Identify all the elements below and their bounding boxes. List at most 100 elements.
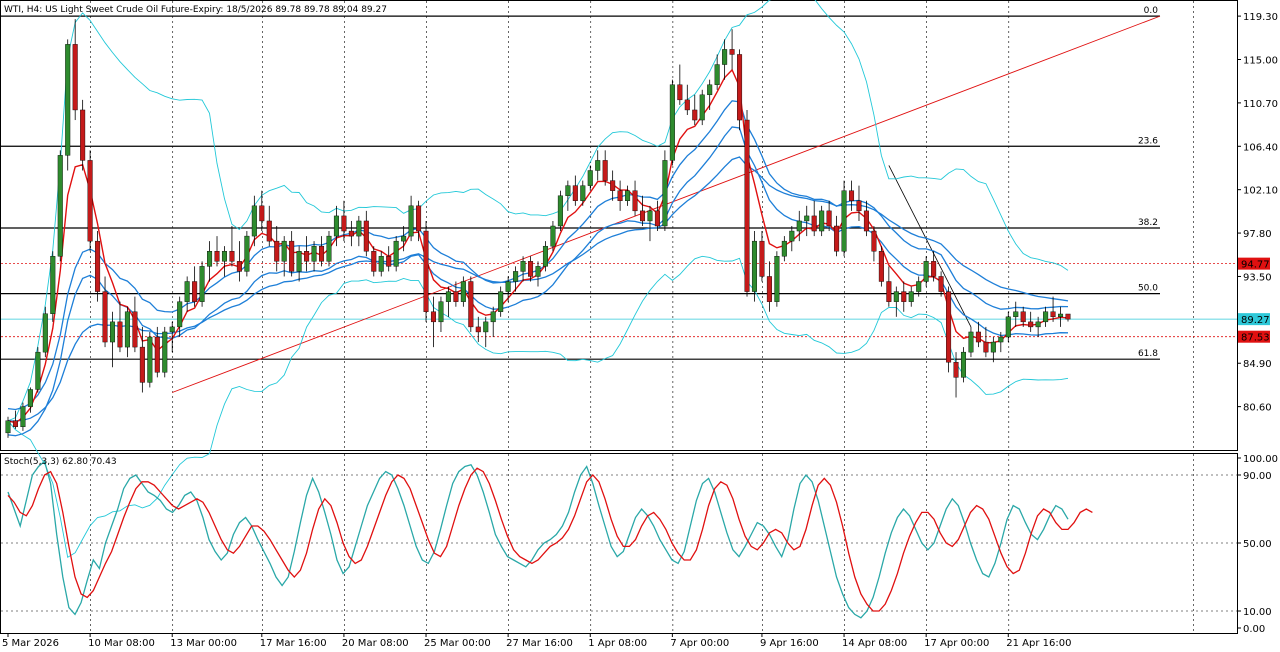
candle-bullish	[751, 240, 757, 292]
candle-bullish	[990, 341, 996, 353]
candle-bullish	[333, 215, 339, 237]
candle-bullish	[669, 84, 675, 161]
price-tick-label: 102.10	[1243, 186, 1278, 197]
candle-bullish	[781, 240, 787, 257]
candle-bearish	[72, 44, 78, 111]
candle-bullish	[505, 281, 511, 292]
candle-bearish	[878, 251, 884, 282]
candle-bullish	[535, 266, 541, 277]
price-tick-label: 84.90	[1243, 359, 1272, 370]
chart-title: WTI, H4: US Light Sweet Crude Oil Future…	[4, 5, 387, 15]
candle-bullish	[923, 261, 929, 282]
candle-bearish	[834, 225, 840, 252]
price-badge-label: 94.77	[1241, 260, 1270, 271]
fib-level-label: 61.8	[1138, 349, 1158, 359]
price-tick-label: 106.40	[1243, 142, 1278, 153]
candle-bearish	[348, 230, 354, 237]
candle-bullish	[647, 210, 653, 222]
fib-level-label: 0.0	[1144, 6, 1159, 16]
candle-bullish	[707, 84, 713, 96]
candle-bearish	[453, 291, 459, 302]
time-tick-label: 9 Apr 16:00	[760, 638, 819, 649]
stoch-tick-label: 10.00	[1243, 607, 1272, 618]
candle-bullish	[483, 321, 489, 333]
time-tick-label: 7 Apr 00:00	[670, 638, 729, 649]
candle-bearish	[192, 281, 198, 302]
candle-bearish	[95, 240, 101, 292]
time-tick-label: 10 Mar 08:00	[88, 638, 155, 649]
candle-bearish	[692, 109, 698, 121]
stoch-tick-label: 50.00	[1243, 539, 1272, 550]
trend-line-black	[888, 165, 972, 328]
candle-bullish	[401, 235, 407, 242]
candle-bearish	[744, 119, 750, 292]
candle-bullish	[804, 215, 810, 222]
candle-bullish	[1043, 311, 1049, 323]
fib-level-label: 50.0	[1138, 284, 1158, 294]
stochastic-oscillator	[1, 460, 1237, 619]
fib-level-label: 23.6	[1138, 136, 1158, 146]
candle-bearish	[610, 180, 616, 191]
candle-bullish	[42, 313, 48, 353]
stoch-chart-frame	[0, 453, 1238, 634]
candle-bullish	[281, 240, 287, 262]
candle-bearish	[1050, 311, 1056, 318]
candle-bullish	[662, 160, 668, 227]
candle-bearish	[737, 54, 743, 121]
time-tick-label: 5 Mar 2026	[2, 638, 59, 649]
candle-bullish	[893, 291, 899, 302]
candle-bearish	[901, 291, 907, 302]
candle-bearish	[863, 210, 869, 232]
candle-bullish	[1058, 313, 1064, 318]
candle-bearish	[602, 160, 608, 181]
candle-bullish	[393, 240, 399, 267]
candle-bearish	[632, 190, 638, 212]
candle-bullish	[1013, 311, 1019, 318]
time-tick-label: 21 Apr 16:00	[1006, 638, 1071, 649]
time-tick-label: 17 Apr 00:00	[924, 638, 989, 649]
candle-bullish	[580, 185, 586, 201]
candle-bearish	[684, 99, 690, 111]
main-chart-frame	[0, 0, 1238, 451]
candle-bearish	[729, 49, 735, 55]
candle-bullish	[177, 301, 183, 328]
stoch-tick-label: 100.00	[1243, 454, 1278, 465]
candle-bullish	[378, 256, 384, 272]
candle-bearish	[1028, 321, 1034, 328]
time-tick-label: 25 Mar 00:00	[424, 638, 491, 649]
price-badges: 94.77 89.27 87.53	[1238, 257, 1270, 344]
ma-slow	[7, 156, 1069, 422]
time-tick-label: 13 Mar 00:00	[170, 638, 237, 649]
candle-bullish	[908, 291, 914, 302]
candle-bearish	[468, 281, 474, 328]
candle-bearish	[617, 190, 623, 201]
candle-bearish	[117, 321, 123, 348]
price-tick-label: 110.70	[1243, 99, 1278, 110]
candle-bearish	[229, 251, 235, 262]
candle-bearish	[886, 281, 892, 302]
candle-bearish	[102, 291, 108, 343]
price-tick-label: 115.00	[1243, 56, 1278, 67]
candle-bullish	[162, 331, 168, 373]
candle-bearish	[528, 261, 534, 277]
candle-bullish	[65, 44, 71, 156]
candle-bullish	[774, 256, 780, 302]
candle-bullish	[550, 225, 556, 247]
candle-bullish	[438, 301, 444, 323]
candle-bearish	[759, 240, 765, 277]
candle-bearish	[12, 420, 18, 428]
time-axis: 5 Mar 2026 10 Mar 08:00 13 Mar 00:00 17 Mar…	[2, 633, 1071, 649]
candle-bearish	[856, 200, 862, 212]
candle-bullish	[557, 195, 563, 227]
candle-bullish	[1035, 321, 1041, 328]
candle-bearish	[475, 326, 481, 333]
candle-bearish	[304, 251, 310, 262]
candle-bearish	[386, 256, 392, 267]
candle-bullish	[796, 220, 802, 232]
candle-bullish	[699, 94, 705, 121]
candle-bullish	[109, 321, 116, 343]
grid-lines	[90, 1, 1194, 633]
stoch-title: Stoch(5,3,3) 62.80 70.43	[4, 457, 117, 467]
candle-bullish	[542, 245, 548, 267]
candle-bearish	[826, 210, 832, 227]
